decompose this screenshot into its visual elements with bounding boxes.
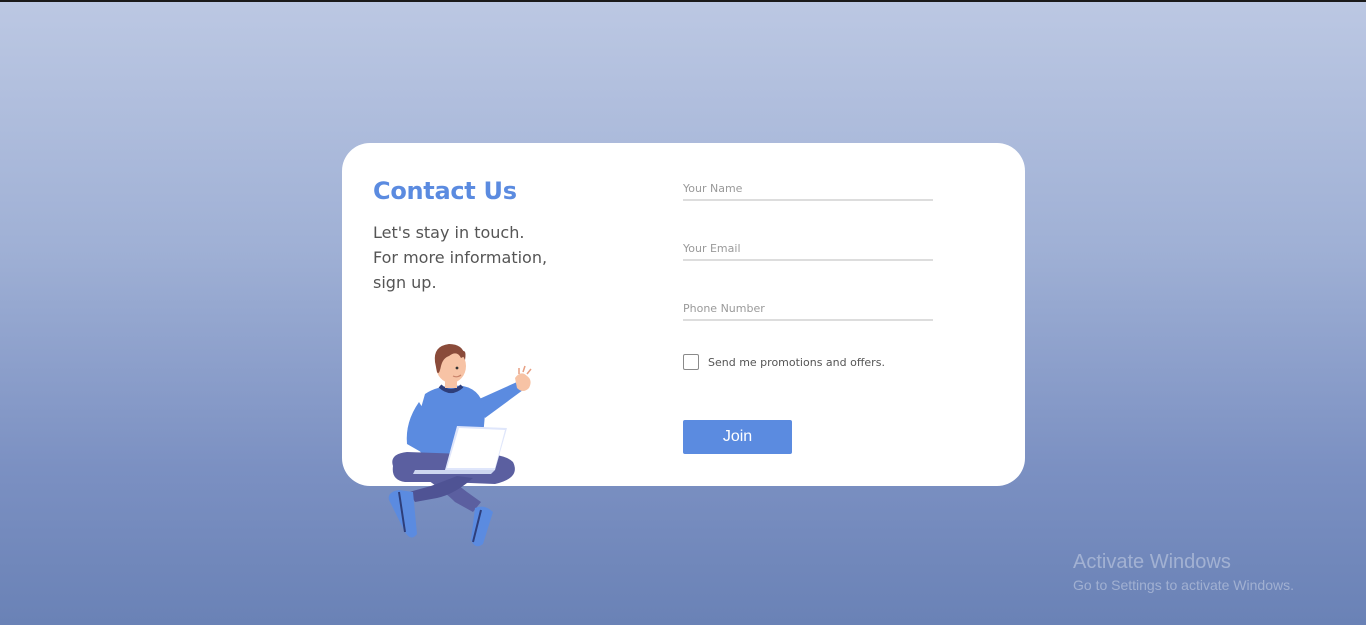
subtitle-line-3: sign up. <box>373 273 437 292</box>
name-input[interactable] <box>683 177 933 201</box>
phone-input[interactable] <box>683 297 933 321</box>
email-input[interactable] <box>683 237 933 261</box>
subtitle-line-1: Let's stay in touch. <box>373 223 525 242</box>
watermark-title: Activate Windows <box>1073 551 1231 573</box>
promotions-label: Send me promotions and offers. <box>708 355 885 369</box>
person-with-laptop-illustration <box>388 344 532 547</box>
contact-subtitle: Let's stay in touch. For more informatio… <box>373 220 593 295</box>
promotions-row[interactable]: Send me promotions and offers. <box>683 354 885 370</box>
activate-windows-watermark: Activate Windows Go to Settings to activ… <box>1073 551 1294 593</box>
watermark-subtitle: Go to Settings to activate Windows. <box>1073 577 1294 593</box>
subtitle-line-2: For more information, <box>373 248 548 267</box>
promotions-checkbox[interactable] <box>683 354 699 370</box>
page-title: Contact Us <box>373 177 517 205</box>
window-top-border <box>0 0 1366 2</box>
join-button[interactable]: Join <box>683 420 792 454</box>
